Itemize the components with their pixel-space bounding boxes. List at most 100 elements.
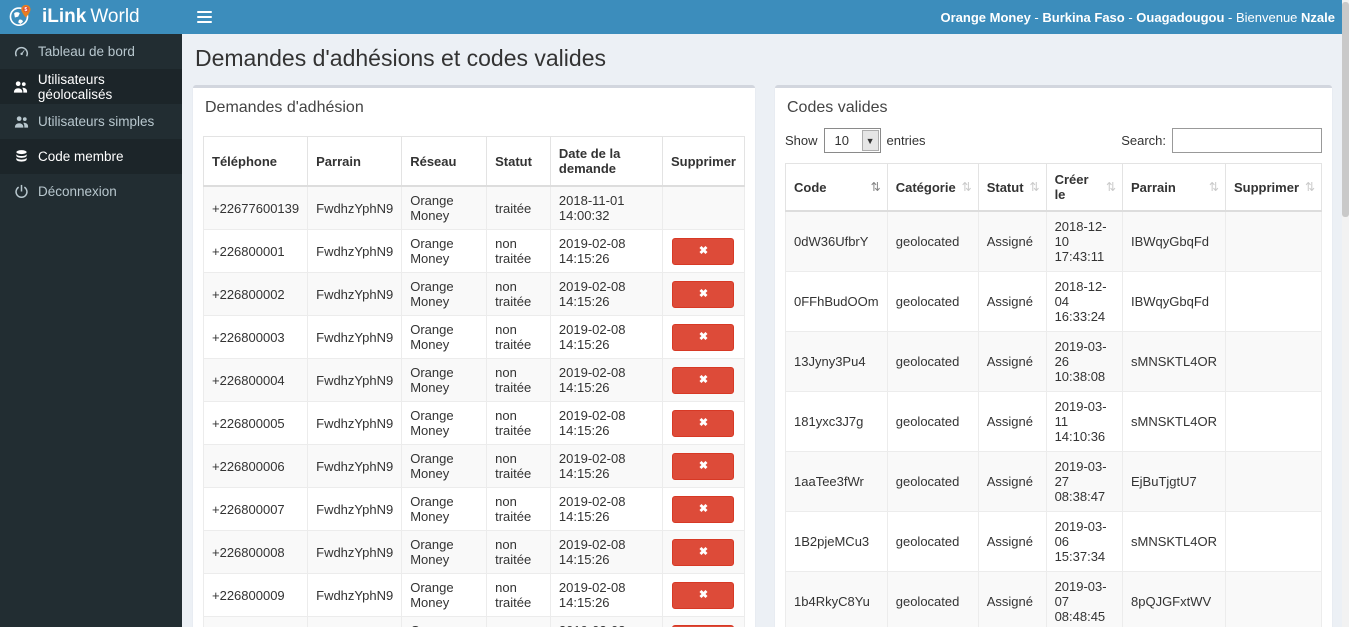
cell-cree-le: 2019-03-26 10:38:08	[1045, 331, 1124, 392]
cell-statut: Assigné	[977, 210, 1047, 272]
cell-reseau: Orange Money	[401, 229, 488, 273]
column-header-code[interactable]: Code ⇅	[785, 163, 888, 212]
cell-supprimer: ✖	[661, 272, 746, 316]
page-size-select[interactable]: 10 ▼	[823, 128, 881, 153]
cell-statut: non traitée	[486, 272, 551, 316]
delete-button[interactable]: ✖	[672, 581, 735, 609]
sort-icon: ⇅	[1208, 180, 1219, 194]
cell-telephone: +226800005	[202, 401, 309, 445]
cell-parrain: FwdhzYphN9	[307, 444, 403, 488]
cell-statut: Assigné	[977, 511, 1047, 572]
cell-cree-le: 2019-03-07 08:48:45	[1045, 571, 1124, 627]
hamburger-menu-icon[interactable]	[182, 0, 226, 34]
column-header-date-de-la-demande: Date de la demande	[549, 136, 663, 187]
x-icon: ✖	[698, 288, 709, 300]
scrollbar-thumb[interactable]	[1342, 2, 1349, 217]
cell-date: 2019-02-08 14:15:26	[549, 616, 663, 627]
column-header-creer-le[interactable]: Créer le ⇅	[1045, 163, 1124, 212]
brand-logo-link[interactable]: $ iLink World	[0, 0, 182, 34]
user-info-segment: Nzale	[1301, 9, 1335, 25]
cell-telephone: +22677600139	[202, 185, 309, 230]
table-row: +226800002 FwdhzYphN9 Orange Money non t…	[202, 272, 746, 316]
delete-button[interactable]: ✖	[672, 538, 735, 566]
main-content: Demandes d'adhésions et codes valides De…	[182, 0, 1349, 627]
table-row: 0dW36UfbrY geolocated Assigné 2018-12-10…	[785, 210, 1323, 272]
table-row: +226800001 FwdhzYphN9 Orange Money non t…	[202, 229, 746, 273]
sidebar-item-utilisateurs-simples[interactable]: Utilisateurs simples	[0, 104, 182, 139]
cell-reseau: Orange Money	[401, 315, 488, 359]
user-info: Orange Money - Burkina Faso - Ouagadougo…	[941, 10, 1349, 25]
cell-categorie: geolocated	[886, 511, 979, 572]
cell-supprimer	[1224, 271, 1323, 332]
sidebar-item-deconnexion[interactable]: Déconnexion	[0, 174, 182, 209]
search-input[interactable]	[1172, 128, 1322, 153]
x-icon: ✖	[698, 503, 709, 515]
delete-button[interactable]: ✖	[672, 495, 735, 523]
column-header-supprimer[interactable]: Supprimer ⇅	[1224, 163, 1323, 212]
x-icon: ✖	[698, 589, 709, 601]
column-header-parrain[interactable]: Parrain ⇅	[1122, 163, 1226, 212]
navbar-right-area: Orange Money - Burkina Faso - Ouagadougo…	[182, 0, 1349, 34]
sidebar-item-label: Déconnexion	[38, 184, 117, 199]
delete-button[interactable]: ✖	[672, 237, 735, 265]
sidebar-item-label: Tableau de bord	[38, 44, 135, 59]
column-header-reseau: Réseau	[401, 136, 488, 187]
cell-parrain: IBWqyGbqFd	[1122, 210, 1226, 272]
cell-statut: non traitée	[486, 444, 551, 488]
sidebar-item-code-membre[interactable]: Code membre	[0, 139, 182, 174]
table-row: 181yxc3J7g geolocated Assigné 2019-03-11…	[785, 391, 1323, 452]
cell-supprimer: ✖	[661, 229, 746, 273]
delete-button[interactable]: ✖	[672, 280, 735, 308]
sidebar-item-label: Utilisateurs géolocalisés	[37, 71, 113, 102]
cell-parrain: FwdhzYphN9	[307, 530, 403, 574]
globe-pin-logo-icon: $	[8, 2, 34, 33]
cell-statut: Assigné	[977, 271, 1047, 332]
cell-supprimer	[1224, 511, 1323, 572]
table-row: 1B2pjeMCu3 geolocated Assigné 2019-03-06…	[785, 511, 1323, 572]
cell-reseau: Orange Money	[401, 487, 488, 531]
cell-telephone: +226800001	[202, 229, 309, 273]
cell-supprimer	[1224, 391, 1323, 452]
cell-parrain: FwdhzYphN9	[307, 401, 403, 445]
delete-button[interactable]: ✖	[672, 452, 735, 480]
sidebar-item-utilisateurs-geolocalises[interactable]: Utilisateurs géolocalisés	[0, 69, 182, 104]
user-info-segment: Bienvenue	[1235, 9, 1302, 25]
codes-header-row: Code ⇅ Catégorie ⇅ Statut ⇅ Créer le ⇅ P…	[785, 163, 1323, 212]
cell-telephone: +226800007	[202, 487, 309, 531]
app-window: $ iLink World Orange Money - Burkina Faso…	[0, 0, 1349, 627]
users-icon	[13, 79, 29, 94]
table-row: 13Jyny3Pu4 geolocated Assigné 2019-03-26…	[785, 331, 1323, 392]
cell-parrain: FwdhzYphN9	[307, 358, 403, 402]
column-header-categorie[interactable]: Catégorie ⇅	[886, 163, 979, 212]
cell-supprimer: ✖	[661, 487, 746, 531]
sort-icon: ⇅	[1105, 180, 1116, 194]
cell-statut: non traitée	[486, 573, 551, 617]
cell-statut: Assigné	[977, 451, 1047, 512]
cell-date: 2019-02-08 14:15:26	[549, 315, 663, 359]
adhesions-table: Téléphone Parrain Réseau Statut Date de la d…	[202, 136, 746, 627]
cell-parrain: IBWqyGbqFd	[1122, 271, 1226, 332]
page-title: Demandes d'adhésions et codes valides	[195, 45, 606, 71]
cell-categorie: geolocated	[886, 331, 979, 392]
sidebar-item-tableau-de-bord[interactable]: Tableau de bord	[0, 34, 182, 69]
cell-categorie: geolocated	[886, 391, 979, 452]
cell-parrain: EjBuTjgtU7	[1122, 451, 1226, 512]
cell-reseau: Orange Money	[401, 358, 488, 402]
table-row: +226800006 FwdhzYphN9 Orange Money non t…	[202, 444, 746, 488]
delete-button[interactable]: ✖	[672, 409, 735, 437]
chevron-down-icon: ▼	[861, 130, 879, 151]
scrollbar-track[interactable]	[1342, 0, 1349, 627]
cell-date: 2019-02-08 14:15:26	[549, 444, 663, 488]
user-info-segment: Burkina Faso	[1042, 9, 1125, 25]
x-icon: ✖	[698, 245, 709, 257]
table-row: 0FFhBudOOm geolocated Assigné 2018-12-04…	[785, 271, 1323, 332]
delete-button[interactable]: ✖	[672, 366, 735, 394]
cell-telephone: +226800004	[202, 358, 309, 402]
cell-code: 0FFhBudOOm	[785, 271, 888, 332]
column-header-statut[interactable]: Statut ⇅	[977, 163, 1047, 212]
cell-statut: non traitée	[486, 358, 551, 402]
brand-text: iLink World	[42, 6, 140, 27]
cell-supprimer	[1224, 571, 1323, 627]
delete-button[interactable]: ✖	[672, 323, 735, 351]
adhesions-panel: Demandes d'adhésion Téléphone Parrain Rése…	[193, 85, 755, 627]
